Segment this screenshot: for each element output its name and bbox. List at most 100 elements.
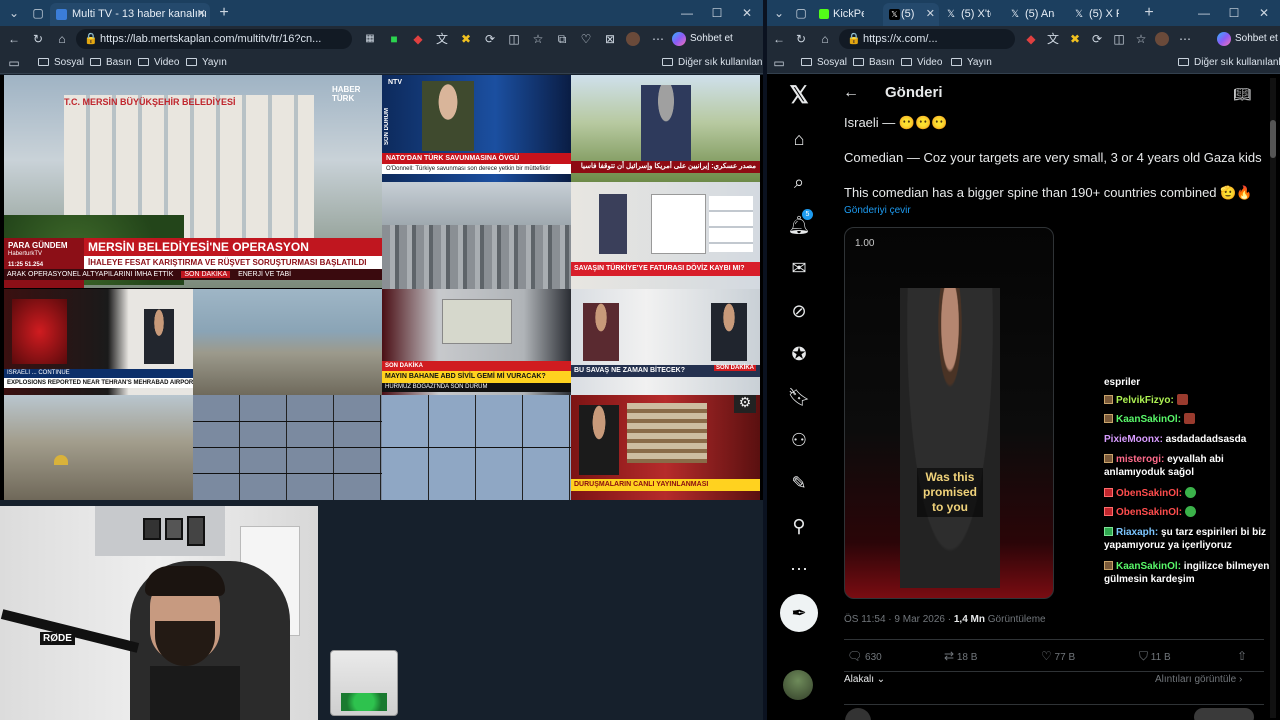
extension-translate-icon[interactable]: 文 xyxy=(434,31,450,47)
tab-multitv[interactable]: Multi TV - 13 haber kanalını aynı a ✕ xyxy=(50,3,210,26)
like-button[interactable]: ♡ 77 B xyxy=(1041,648,1075,666)
tab-x-active[interactable]: 𝕏 (5) ✕ xyxy=(883,3,939,26)
maximize-icon[interactable]: ☐ xyxy=(702,0,732,26)
favorites-icon[interactable]: ☆ xyxy=(1133,31,1149,47)
extension-yellow-icon[interactable]: ✖ xyxy=(458,31,474,47)
search-icon[interactable]: ⌕ xyxy=(781,164,817,200)
bookmark-folder-yayin[interactable]: Yayın xyxy=(186,55,227,71)
tab-kick[interactable]: KickPe xyxy=(819,3,864,26)
bookmark-button[interactable]: ⛉ 11 B xyxy=(1139,648,1171,666)
back-icon[interactable]: ← xyxy=(771,31,787,47)
more-icon[interactable]: ⋯ xyxy=(1177,31,1193,47)
gear-icon[interactable]: ⚙ xyxy=(734,395,756,413)
tab-x-4[interactable]: 𝕏 (5) X Pr xyxy=(1075,3,1119,26)
url-field[interactable]: 🔒 https://x.com/... xyxy=(839,29,1015,49)
sidebar-toggle-icon[interactable]: ▭ xyxy=(6,55,22,71)
reader-view-icon[interactable]: 📖︎ xyxy=(1233,86,1251,103)
extension-red-icon[interactable]: ◆ xyxy=(410,31,426,47)
communities-icon[interactable]: ⚇ xyxy=(781,422,817,458)
scrollbar-thumb[interactable] xyxy=(1270,120,1276,158)
new-tab-icon[interactable]: + xyxy=(1141,5,1157,21)
tv-cell-ntv[interactable]: NTV SON DURUM NATO'DAN TÜRK SAVUNMASINA … xyxy=(382,75,571,182)
bookmark-folder-video[interactable]: Video xyxy=(138,55,179,71)
playback-speed[interactable]: 1.00 xyxy=(855,238,874,249)
copilot-chat-button[interactable]: Sohbet et xyxy=(1217,29,1278,49)
articles-icon[interactable]: ✎ xyxy=(781,465,817,501)
refresh-icon[interactable]: ↻ xyxy=(30,31,46,47)
extension-icon[interactable]: ▦ xyxy=(362,31,378,47)
close-window-icon[interactable]: ✕ xyxy=(732,0,762,26)
tv-cell-courtroom[interactable]: DURUŞMALARIN CANLI YAYINLANMASI ⚙ xyxy=(571,395,760,500)
home-icon[interactable]: ⌂ xyxy=(781,121,817,157)
tv-cell-city-wide[interactable] xyxy=(193,289,382,395)
tv-cell-jerusalem[interactable] xyxy=(4,395,193,500)
tab-actions-icon[interactable]: ⌄ xyxy=(771,5,787,21)
url-field[interactable]: 🔒 https://lab.mertskaplan.com/multitv/tr… xyxy=(76,29,352,49)
reply-avatar[interactable] xyxy=(845,708,871,720)
extension-sync-icon[interactable]: ⟳ xyxy=(1089,31,1105,47)
tv-cell-skyline[interactable] xyxy=(382,182,571,289)
reply-button[interactable]: 🗨︎ 630 xyxy=(847,648,882,666)
tab-x-3[interactable]: 𝕏 (5) Ana xyxy=(1011,3,1055,26)
tv-cell-camera-grid-2[interactable] xyxy=(382,395,571,500)
minimize-icon[interactable]: — xyxy=(1189,0,1219,26)
extension-red-icon[interactable]: ◆ xyxy=(1023,31,1039,47)
refresh-icon[interactable]: ↻ xyxy=(793,31,809,47)
reply-submit-button[interactable] xyxy=(1194,708,1254,720)
close-window-icon[interactable]: ✕ xyxy=(1249,0,1279,26)
extension-translate-icon[interactable]: 文 xyxy=(1045,31,1061,47)
bookmark-folder-yayin[interactable]: Yayın xyxy=(951,55,992,71)
sidebar-toggle-icon[interactable]: ▭ xyxy=(771,55,787,71)
view-quotes-link[interactable]: Alıntıları görüntüle › xyxy=(1155,672,1242,688)
heart-icon[interactable]: ♡ xyxy=(578,31,594,47)
notifications-icon[interactable]: 🔔︎ 5 xyxy=(781,207,817,243)
share-button[interactable]: ⇧ xyxy=(1237,648,1247,666)
other-bookmarks[interactable]: Diğer sık kullanılanlar xyxy=(662,55,763,71)
extension-sync-icon[interactable]: ⟳ xyxy=(482,31,498,47)
tv-cell-field-reporter[interactable]: مصدر عسكري: إيرانيين على أمريكا وإسرائيل… xyxy=(571,75,760,182)
collections-icon[interactable]: ⧉ xyxy=(554,31,570,47)
favorites-icon[interactable]: ☆ xyxy=(530,31,546,47)
tv-cell-panel[interactable]: BU SAVAŞ NE ZAMAN BİTECEK? SON DAKİKA xyxy=(571,289,760,395)
profile-icon[interactable]: ⚲ xyxy=(781,508,817,544)
tv-cell-haberturk[interactable]: T.C. MERSİN BÜYÜKŞEHİR BELEDİYESİ HABER … xyxy=(4,75,382,288)
more-icon[interactable]: ⋯ xyxy=(781,551,817,587)
maximize-icon[interactable]: ☐ xyxy=(1219,0,1249,26)
minimize-icon[interactable]: — xyxy=(672,0,702,26)
home-icon[interactable]: ⌂ xyxy=(54,31,70,47)
post-video[interactable]: 1.00 Was this promised to you xyxy=(844,227,1054,599)
split-screen-icon[interactable]: ◫ xyxy=(506,31,522,47)
bookmark-folder-sosyal[interactable]: Sosyal xyxy=(38,55,84,71)
bookmark-folder-video[interactable]: Video xyxy=(901,55,942,71)
bookmarks-icon[interactable]: 🔖︎ xyxy=(781,379,817,415)
translate-post-link[interactable]: Gönderiyi çevir xyxy=(844,205,911,216)
close-tab-icon[interactable]: ✕ xyxy=(926,3,935,26)
repost-button[interactable]: ⇄ 18 B xyxy=(944,648,977,666)
bookmark-folder-basin[interactable]: Basın xyxy=(90,55,132,71)
home-icon[interactable]: ⌂ xyxy=(817,31,833,47)
copilot-chat-button[interactable]: Sohbet et xyxy=(672,29,733,49)
workspaces-icon[interactable]: ▢ xyxy=(30,5,46,21)
tv-cell-camera-grid-1[interactable] xyxy=(193,395,382,500)
reply-sort-dropdown[interactable]: Alakalı ⌄ xyxy=(844,672,885,688)
other-bookmarks[interactable]: Diğer sık kullanılanlar xyxy=(1178,55,1280,71)
tab-x-2[interactable]: 𝕏 (5) X'te xyxy=(947,3,991,26)
extension-yellow-icon[interactable]: ✖ xyxy=(1067,31,1083,47)
tv-cell-newspapers[interactable]: SAVAŞIN TÜRKİYE'YE FATURASI DÖVİZ KAYBI … xyxy=(571,182,760,289)
bookmark-folder-sosyal[interactable]: Sosyal xyxy=(801,55,847,71)
bookmark-folder-basin[interactable]: Basın xyxy=(853,55,895,71)
profile-avatar[interactable] xyxy=(626,32,640,46)
x-logo-icon[interactable]: 𝕏 xyxy=(781,78,817,114)
back-icon[interactable]: ← xyxy=(6,31,22,47)
verified-icon[interactable]: ✪ xyxy=(781,336,817,372)
account-avatar[interactable] xyxy=(783,670,813,700)
compose-post-icon[interactable]: ✒ xyxy=(780,594,818,632)
workspaces-icon[interactable]: ▢ xyxy=(793,5,809,21)
grok-icon[interactable]: ⊘ xyxy=(781,293,817,329)
screenshot-icon[interactable]: ⊠ xyxy=(602,31,618,47)
tv-cell-explosions[interactable]: ISRAELI ... CONTINUE EXPLOSIONS REPORTED… xyxy=(4,289,193,395)
tv-cell-studio-map[interactable]: SON DAKİKA MAYIN BAHANE ABD SİVİL GEMİ M… xyxy=(382,289,571,395)
close-tab-icon[interactable]: ✕ xyxy=(197,3,206,26)
messages-icon[interactable]: ✉ xyxy=(781,250,817,286)
profile-avatar[interactable] xyxy=(1155,32,1169,46)
